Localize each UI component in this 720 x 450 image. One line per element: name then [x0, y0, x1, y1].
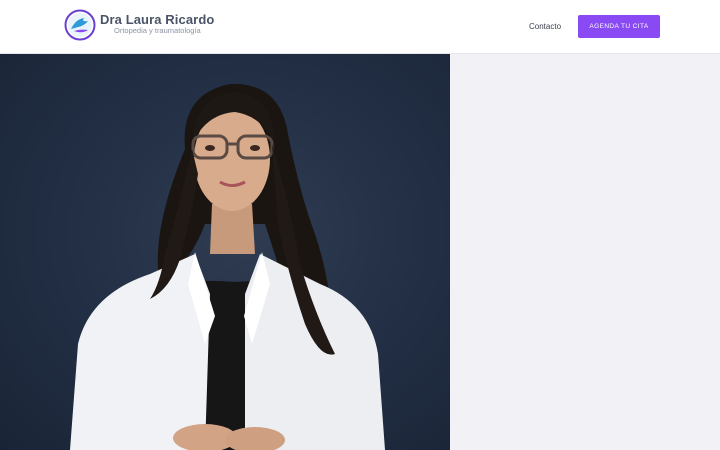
- book-appointment-button[interactable]: AGENDA TU CITA: [578, 15, 660, 38]
- side-panel: [450, 54, 720, 450]
- nav-link-contact[interactable]: Contacto: [529, 22, 561, 31]
- dove-circle-logo-icon[interactable]: [64, 9, 96, 41]
- site-header: Dra Laura Ricardo Ortopedia y traumatolo…: [0, 0, 720, 54]
- doctor-portrait-photo: [0, 54, 450, 450]
- brand-name[interactable]: Dra Laura Ricardo: [100, 12, 214, 27]
- brand-tagline: Ortopedia y traumatología: [114, 26, 201, 35]
